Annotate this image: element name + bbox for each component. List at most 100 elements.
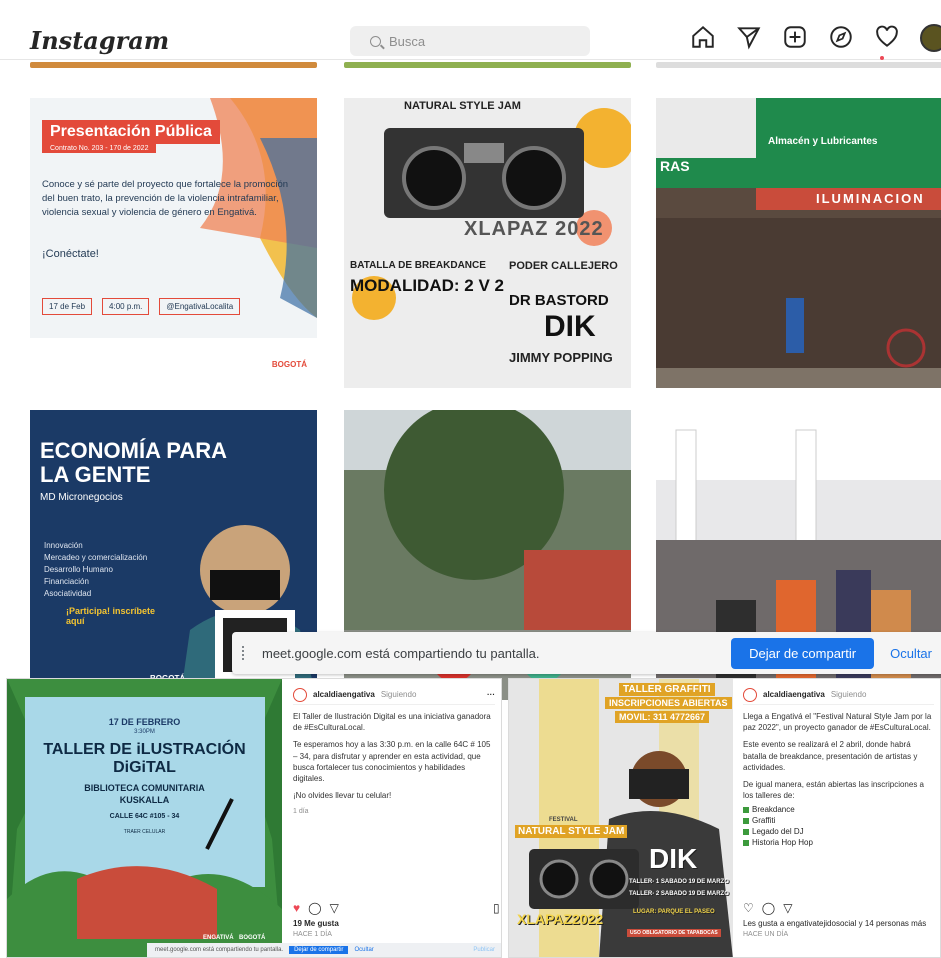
img-place: LUGAR: PARQUE EL PASEO <box>633 909 715 915</box>
list-item: Financiación <box>44 577 89 586</box>
comment-icon[interactable]: ◯ <box>762 901 775 915</box>
previous-row-strip <box>30 62 317 68</box>
post-host: PODER CALLEJERO <box>509 260 618 272</box>
follow-status[interactable]: Siguiendo <box>381 690 417 699</box>
storefront-sign: Almacén y Lubricantes <box>768 136 878 147</box>
direct-icon[interactable] <box>736 24 764 52</box>
list-item: Breakdance <box>743 805 934 814</box>
post-subtitle: Contrato No. 203 - 170 de 2022 <box>42 144 157 153</box>
img-note: TRAER CELULAR <box>123 829 166 835</box>
search-placeholder: Busca <box>389 33 426 49</box>
activity-icon[interactable] <box>874 24 902 52</box>
instagram-logo[interactable]: Instagram <box>30 26 169 55</box>
grid-post-presentacion[interactable]: Presentación Pública Contrato No. 203 - … <box>30 98 317 388</box>
list-item: Graffiti <box>743 816 934 825</box>
check-icon <box>743 807 749 814</box>
new-post-icon[interactable] <box>782 24 810 52</box>
img-top-2: INSCRIPCIONES ABIERTAS <box>605 697 732 709</box>
hide-button[interactable]: Ocultar <box>874 646 941 661</box>
img-mask: USO OBLIGATORIO DE TAPABOCAS <box>627 929 721 937</box>
username[interactable]: alcaldiaengativa <box>313 690 375 699</box>
drag-handle-icon[interactable] <box>242 646 248 660</box>
post-guest: JIMMY POPPING <box>509 350 613 365</box>
post-date: 17 de Feb <box>42 298 93 315</box>
like-icon[interactable]: ♡ <box>743 901 754 915</box>
post-cta: ¡Conéctate! <box>42 248 99 260</box>
like-count[interactable]: 19 Me gusta <box>293 919 339 928</box>
img-dik: DIK <box>649 843 698 874</box>
img-jam: NATURAL STYLE JAM <box>515 825 628 838</box>
caption-3: De igual manera, están abiertas las insc… <box>743 779 924 801</box>
post-top: NATURAL STYLE JAM <box>404 100 521 112</box>
avatar[interactable] <box>743 687 757 702</box>
comment-icon[interactable]: ◯ <box>308 901 321 915</box>
post-battle: BATALLA DE BREAKDANCE <box>350 260 486 271</box>
list-item-label: Breakdance <box>752 805 795 815</box>
like-icon[interactable]: ♥ <box>293 901 300 915</box>
img-place-2: KUSKALLA <box>119 795 170 805</box>
caption-2: Te esperamos hoy a las 3:30 p.m. en la c… <box>293 740 491 783</box>
post-cta: ¡Participa! inscríbete aquí <box>66 606 156 626</box>
post-title: Presentación Pública <box>42 120 220 144</box>
post-artwork <box>352 108 631 320</box>
screen-share-bar: meet.google.com está compartiendo tu pan… <box>232 632 941 674</box>
caption: El Taller de Ilustración Digital es una … <box>293 712 491 733</box>
post-detail-taller-graffiti: TALLER GRAFFITI INSCRIPCIONES ABIERTAS M… <box>508 678 941 958</box>
profile-avatar[interactable] <box>920 24 941 52</box>
list-item-label: Legado del DJ <box>752 827 804 837</box>
home-icon[interactable] <box>690 24 718 52</box>
img-logo: BOGOTÁ <box>239 935 266 941</box>
share-icon[interactable]: ▽ <box>783 901 792 915</box>
storefront-banner: ILUMINACION <box>816 191 925 206</box>
top-bar: Instagram Busca <box>0 0 941 60</box>
more-icon[interactable]: ··· <box>487 690 495 699</box>
stop-sharing-button[interactable]: Dejar de compartir <box>731 637 875 669</box>
list-item-label: Historia Hop Hop <box>752 838 813 848</box>
caption: Llega a Engativá el "Festival Natural St… <box>743 712 932 733</box>
check-icon <box>743 818 749 825</box>
search-icon <box>370 35 381 47</box>
avatar[interactable] <box>293 687 307 702</box>
post-title-1: ECONOMÍA PARA <box>40 438 227 463</box>
share-bar-text: meet.google.com está compartiendo tu pan… <box>262 645 540 661</box>
workshop-list: Breakdance Graffiti Legado del DJ Histor… <box>743 805 934 847</box>
img-top-1: TALLER GRAFFITI <box>619 683 715 696</box>
mini-share-text: meet.google.com está compartiendo tu pan… <box>155 947 284 953</box>
post-image[interactable]: 17 DE FEBRERO 3:30PM TALLER DE iLUSTRACI… <box>7 679 282 957</box>
share-bar-mini: meet.google.com está compartiendo tu pan… <box>147 943 501 957</box>
mini-stop-button[interactable]: Dejar de compartir <box>289 946 349 954</box>
storefront-text: RAS <box>660 158 690 174</box>
post-title-2: LA GENTE <box>40 462 151 487</box>
list-item: Asociatividad <box>44 589 92 598</box>
publish-button[interactable]: Publicar <box>473 947 495 953</box>
username[interactable]: alcaldiaengativa <box>763 690 825 699</box>
img-footer: ENGATIVÁ <box>203 935 234 941</box>
img-title-2: DiGiTAL <box>113 759 176 776</box>
post-time: 4:00 p.m. <box>102 298 150 315</box>
grid-post-natural-style-jam[interactable]: NATURAL STYLE JAM XLAPAZ 2022 BATALLA DE… <box>344 98 631 388</box>
img-title-1: TALLER DE iLUSTRACIÓN <box>43 741 246 758</box>
post-header: alcaldiaengativa Siguiendo ··· <box>293 685 495 705</box>
explore-icon[interactable] <box>828 24 856 52</box>
grid-post-storefront[interactable]: Almacén y Lubricantes ILUMINACION RAS <box>656 98 941 388</box>
notification-dot <box>880 56 884 60</box>
mini-hide-button[interactable]: Ocultar <box>354 947 373 953</box>
post-title: XLAPAZ 2022 <box>464 218 604 240</box>
save-icon[interactable]: ▯ <box>493 901 500 915</box>
share-icon[interactable]: ▽ <box>330 901 339 915</box>
previous-row-strip <box>656 62 941 68</box>
post-dj2: DIK <box>544 310 596 343</box>
search-input[interactable]: Busca <box>350 26 590 56</box>
list-item: Legado del DJ <box>743 827 934 836</box>
caption-2: Este evento se realizará el 2 abril, don… <box>743 740 918 772</box>
post-mode: MODALIDAD: 2 V 2 <box>350 276 504 295</box>
check-icon <box>743 840 749 847</box>
like-count[interactable]: Les gusta a engativatejidosocial y 14 pe… <box>743 919 926 928</box>
follow-status[interactable]: Siguiendo <box>831 690 867 699</box>
post-image[interactable]: TALLER GRAFFITI INSCRIPCIONES ABIERTAS M… <box>509 679 733 957</box>
img-paz: XLAPAZ2022 <box>517 911 604 927</box>
check-icon <box>743 829 749 836</box>
img-festival: FESTIVAL <box>549 817 578 823</box>
list-item: Desarrollo Humano <box>44 565 113 574</box>
action-row: ♥ ◯ ▽ ▯ <box>293 901 500 915</box>
